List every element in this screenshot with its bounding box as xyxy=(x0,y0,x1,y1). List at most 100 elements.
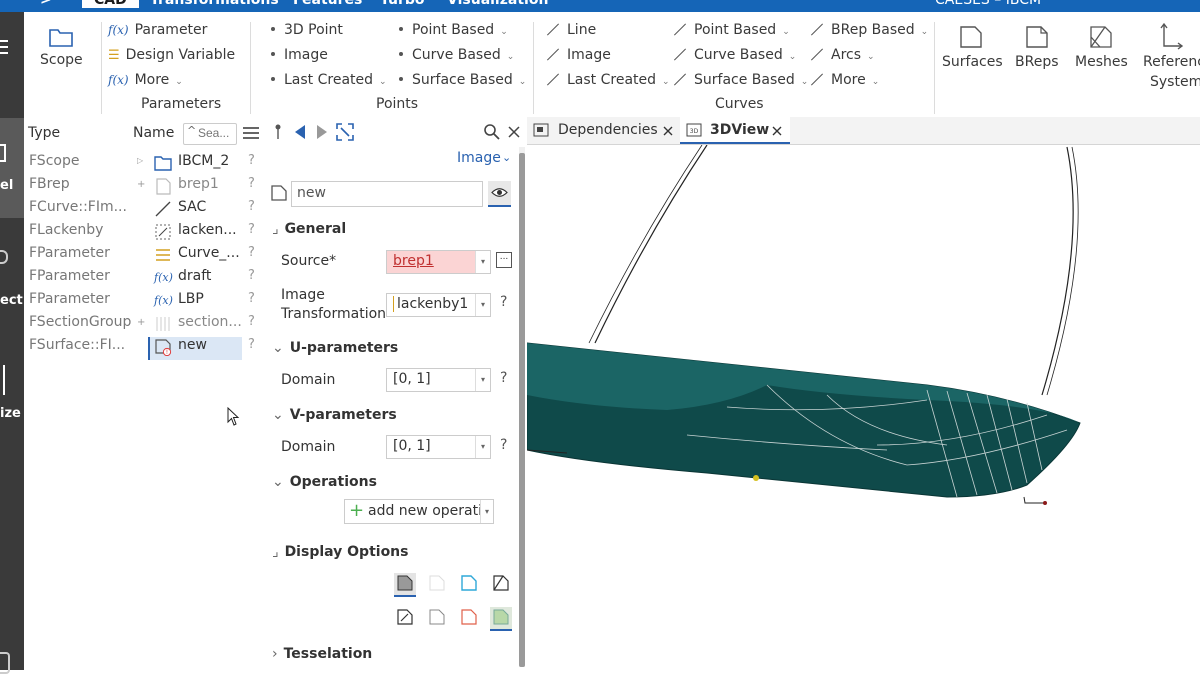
tree-row-section[interactable]: FSectionGroup + section...? xyxy=(24,314,264,337)
point-image-button[interactable]: Image xyxy=(268,47,328,63)
design-variable-button[interactable]: ☰ Design Variable xyxy=(108,47,235,63)
parameter-button[interactable]: f(x) Parameter xyxy=(108,22,207,38)
chevron-down-icon[interactable]: ▾ xyxy=(475,251,490,273)
tree-row-new[interactable]: FSurface::FI... ! new? xyxy=(24,337,264,360)
section-u-parameters[interactable]: ⌄ U-parameters xyxy=(272,340,398,356)
tab-visualization[interactable]: Visualization xyxy=(447,0,548,8)
image-transformation-combo[interactable]: lackenby1 ▾ xyxy=(386,293,491,317)
curve-point-based-button[interactable]: Point Based ⌄ xyxy=(672,22,790,38)
fit-selection-icon[interactable] xyxy=(336,123,354,141)
chevron-down-icon[interactable]: ▾ xyxy=(480,500,493,523)
section-operations[interactable]: ⌄ Operations xyxy=(272,474,377,490)
display-boundary-toggle[interactable] xyxy=(458,573,480,595)
search-icon[interactable] xyxy=(483,123,501,141)
breps-label[interactable]: BReps xyxy=(1015,54,1059,70)
display-error-toggle[interactable] xyxy=(458,607,480,629)
chevron-down-icon[interactable]: ⌄ xyxy=(502,151,511,164)
browse-button[interactable]: ... xyxy=(496,252,512,268)
sort-up-icon[interactable]: ^ xyxy=(187,124,196,137)
3d-viewport[interactable] xyxy=(526,144,1200,670)
type-dropdown[interactable]: Image xyxy=(457,150,501,166)
back-arrow-icon[interactable] xyxy=(293,124,307,140)
point-curve-based-button[interactable]: Curve Based ⌄ xyxy=(396,47,514,63)
display-outline-toggle[interactable] xyxy=(426,607,448,629)
point-surface-based-button[interactable]: Surface Based ⌄ xyxy=(396,72,526,88)
filter-sliders-icon[interactable] xyxy=(243,126,259,140)
help-icon[interactable]: ? xyxy=(500,437,507,453)
curve-brep-based-button[interactable]: BRep Based ⌄ xyxy=(809,22,928,38)
display-transparent-toggle[interactable] xyxy=(426,573,448,595)
forward-arrow-icon[interactable] xyxy=(315,124,329,140)
column-header-type[interactable]: Type xyxy=(28,125,60,141)
mode-model-selected[interactable] xyxy=(0,118,24,218)
display-shaded-toggle[interactable] xyxy=(394,573,416,597)
close-icon[interactable] xyxy=(507,125,521,139)
section-display-options[interactable]: ⌟ Display Options xyxy=(272,544,408,560)
object-name-field[interactable]: new xyxy=(291,181,483,207)
curve-surface-based-button[interactable]: Surface Based ⌄ xyxy=(672,72,808,88)
section-tesselation[interactable]: › Tesselation xyxy=(272,646,372,662)
tree-row-sac[interactable]: FCurve::FIm... SAC? xyxy=(24,199,264,222)
tab-features[interactable]: Features xyxy=(293,0,362,8)
scope-label[interactable]: Scope xyxy=(40,52,83,68)
bottom-mode-icon[interactable] xyxy=(0,652,10,674)
menu-icon[interactable] xyxy=(0,40,8,42)
tab-cad[interactable]: CAD xyxy=(82,0,139,8)
section-general[interactable]: ⌟ General xyxy=(272,221,346,237)
add-new-operation-button[interactable]: + add new operatic ▾ xyxy=(344,499,494,524)
display-normals-toggle[interactable] xyxy=(394,607,416,629)
reference-label[interactable]: Reference xyxy=(1143,54,1200,70)
meshes-label[interactable]: Meshes xyxy=(1075,54,1128,70)
meshes-button[interactable] xyxy=(1088,24,1114,54)
expand-arrow-icon[interactable]: ▷ xyxy=(137,156,143,165)
help-icon[interactable]: ? xyxy=(500,370,507,386)
chevron-down-icon[interactable]: ▾ xyxy=(475,436,490,458)
curve-more-button[interactable]: More ⌄ xyxy=(809,72,879,88)
tree-row-lackenby[interactable]: FLackenby lacken...? xyxy=(24,222,264,245)
hull-model[interactable] xyxy=(526,144,1200,670)
expand-chevron[interactable]: > xyxy=(40,0,52,8)
tab-3dview[interactable]: 3D 3DView xyxy=(680,117,790,144)
curve-image-button[interactable]: Image xyxy=(545,47,611,63)
tree-row-lbp[interactable]: FParameter f(x) LBP? xyxy=(24,291,264,314)
curve-arcs-button[interactable]: Arcs ⌄ xyxy=(809,47,875,63)
tab-dependencies[interactable]: Dependencies xyxy=(527,117,679,144)
scrollbar-thumb[interactable] xyxy=(519,153,525,667)
tree-row-ibcm[interactable]: FScope ▷ IBCM_2? xyxy=(24,153,264,176)
chevron-down-icon[interactable]: ▾ xyxy=(475,294,490,316)
point-point-based-button[interactable]: Point Based ⌄ xyxy=(396,22,508,38)
close-icon[interactable] xyxy=(663,126,673,136)
tree-search-input[interactable] xyxy=(198,125,234,141)
surfaces-button[interactable] xyxy=(958,24,984,54)
help-icon[interactable]: ? xyxy=(500,294,507,310)
tab-transformations[interactable]: Transformations xyxy=(150,0,279,8)
add-child-icon[interactable]: + xyxy=(137,317,145,328)
display-color-toggle[interactable] xyxy=(490,607,512,631)
chevron-down-icon[interactable]: ▾ xyxy=(475,369,490,391)
parameters-more-button[interactable]: f(x) More ⌄ xyxy=(108,72,183,88)
systems-label[interactable]: Systems xyxy=(1150,74,1200,90)
surfaces-label[interactable]: Surfaces xyxy=(942,54,1003,70)
tree-row-curve-param[interactable]: FParameter Curve_...? xyxy=(24,245,264,268)
point-last-created-button[interactable]: Last Created ⌄ xyxy=(268,72,387,88)
scope-button[interactable] xyxy=(48,26,74,52)
source-combo[interactable]: brep1 ▾ xyxy=(386,250,491,274)
tree-row-brep1[interactable]: FBrep + brep1? xyxy=(24,176,264,199)
column-header-name[interactable]: Name xyxy=(133,125,174,141)
display-mesh-toggle[interactable] xyxy=(490,573,512,595)
mode-model-label[interactable]: el xyxy=(0,178,13,193)
point-3d-button[interactable]: 3D Point xyxy=(268,22,343,38)
mode-optimize-label[interactable]: ize xyxy=(0,406,21,421)
tab-turbo[interactable]: Turbo xyxy=(380,0,425,8)
add-child-icon[interactable]: + xyxy=(137,179,145,190)
u-domain-combo[interactable]: [0, 1] ▾ xyxy=(386,368,491,392)
mode-project-label[interactable]: ect xyxy=(0,293,23,308)
tree-row-draft[interactable]: FParameter f(x) draft? xyxy=(24,268,264,291)
scrollbar-track[interactable] xyxy=(519,147,525,667)
breps-button[interactable] xyxy=(1024,24,1050,54)
v-domain-combo[interactable]: [0, 1] ▾ xyxy=(386,435,491,459)
reference-systems-button[interactable] xyxy=(1158,22,1184,54)
curve-line-button[interactable]: Line xyxy=(545,22,596,38)
section-v-parameters[interactable]: ⌄ V-parameters xyxy=(272,407,397,423)
close-icon[interactable] xyxy=(772,126,782,136)
